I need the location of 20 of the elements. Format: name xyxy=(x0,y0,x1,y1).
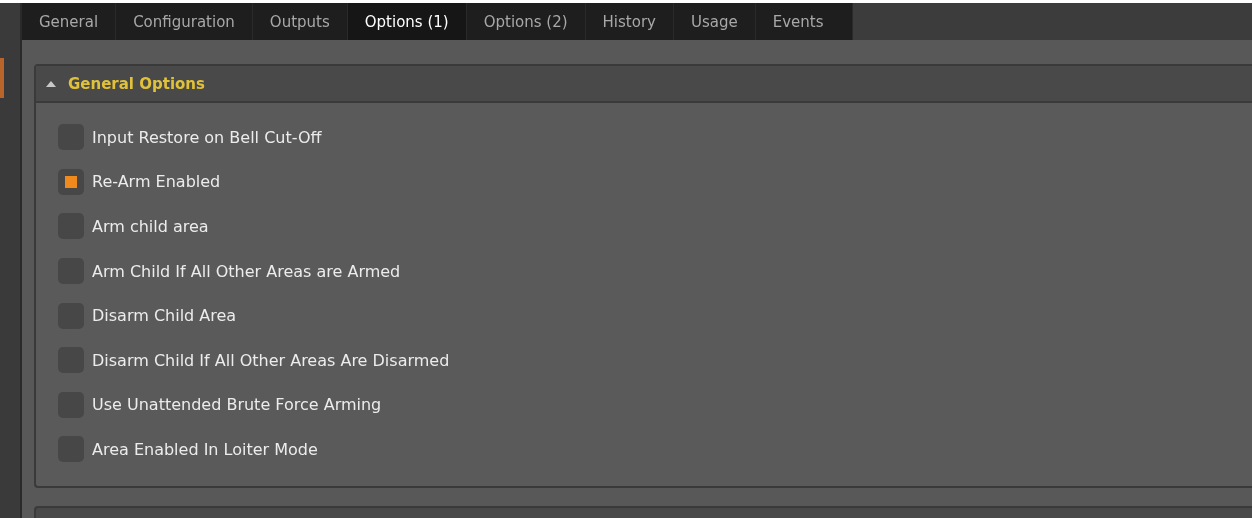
option-label: Disarm Child Area xyxy=(92,306,237,326)
tab[interactable]: History xyxy=(585,3,674,40)
option-label: Arm Child If All Other Areas are Armed xyxy=(92,261,401,281)
option-label: Arm child area xyxy=(92,217,209,236)
caret-icon[interactable] xyxy=(46,80,56,87)
option-label: Use Unattended Brute Force Arming xyxy=(92,395,382,415)
tab[interactable]: Options (2) xyxy=(466,3,586,40)
option-label: Disarm Child If All Other Areas Are Disarmed xyxy=(92,350,450,370)
tab[interactable]: Configuration xyxy=(116,3,253,40)
tab[interactable]: General xyxy=(22,3,117,40)
option-label: Re-Arm Enabled xyxy=(92,172,221,192)
section-title: General Options xyxy=(68,74,205,93)
tab[interactable]: Usage xyxy=(673,3,756,40)
option-label: Area Enabled In Loiter Mode xyxy=(92,439,318,459)
option-label: Input Restore on Bell Cut-Off xyxy=(92,127,322,147)
section-header[interactable]: General Options xyxy=(36,66,1252,103)
tab[interactable]: Options (1) xyxy=(347,3,467,40)
tab[interactable]: Events xyxy=(755,3,853,40)
tab[interactable]: Outputs xyxy=(252,3,348,40)
checkbox[interactable] xyxy=(58,168,84,195)
